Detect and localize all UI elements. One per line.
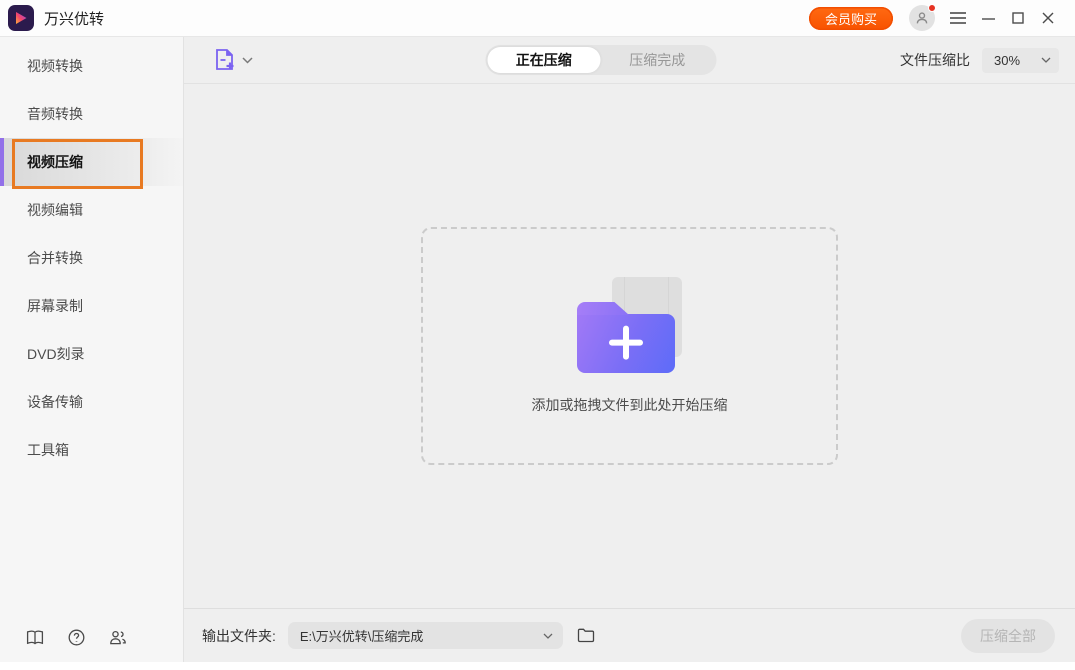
app-title: 万兴优转 [44, 10, 105, 28]
main-area: 正在压缩 压缩完成 文件压缩比 30% 添加或拖拽文件到此处开始压缩 输出文件夹… [184, 37, 1075, 662]
titlebar: 万兴优转 会员购买 [0, 0, 1075, 37]
sidebar-item-device-transfer[interactable]: 设备传输 [0, 378, 183, 426]
app-logo-icon [8, 5, 34, 31]
sidebar-item-toolbox[interactable]: 工具箱 [0, 426, 183, 474]
minimize-icon[interactable] [973, 4, 1003, 32]
dropzone[interactable]: 添加或拖拽文件到此处开始压缩 [421, 227, 838, 465]
buy-membership-button[interactable]: 会员购买 [808, 6, 893, 30]
chevron-down-icon [242, 56, 253, 64]
notification-dot [928, 4, 936, 12]
tab-compressing[interactable]: 正在压缩 [487, 47, 601, 73]
sidebar-item-label: DVD刻录 [27, 346, 85, 362]
output-folder-label: 输出文件夹: [202, 627, 276, 644]
add-file-button[interactable] [200, 48, 253, 72]
sidebar-nav: 视频转换 音频转换 视频压缩 视频编辑 合并转换 屏幕录制 DVD刻录 设备传输… [0, 37, 183, 474]
help-question-icon[interactable] [68, 629, 85, 646]
compression-ratio-label: 文件压缩比 [900, 52, 970, 68]
chevron-down-icon [543, 633, 553, 639]
output-folder-select[interactable]: E:\万兴优转\压缩完成 [287, 622, 563, 649]
open-folder-icon[interactable] [575, 626, 597, 645]
community-icon[interactable] [109, 629, 127, 646]
folder-shape [577, 314, 675, 373]
sidebar-item-audio-convert[interactable]: 音频转换 [0, 90, 183, 138]
person-icon [916, 12, 928, 24]
titlebar-right: 会员购买 [808, 4, 1063, 32]
chevron-down-icon [1041, 57, 1051, 63]
sidebar-item-video-edit[interactable]: 视频编辑 [0, 186, 183, 234]
sidebar-item-label: 视频编辑 [27, 202, 83, 218]
sidebar: 视频转换 音频转换 视频压缩 视频编辑 合并转换 屏幕录制 DVD刻录 设备传输… [0, 37, 184, 662]
output-folder-path: E:\万兴优转\压缩完成 [299, 629, 424, 644]
dropzone-hint: 添加或拖拽文件到此处开始压缩 [531, 397, 728, 413]
sidebar-item-video-convert[interactable]: 视频转换 [0, 42, 183, 90]
status-tabs: 正在压缩 压缩完成 [485, 45, 716, 75]
sidebar-item-label: 视频压缩 [27, 154, 83, 170]
close-icon[interactable] [1033, 4, 1063, 32]
compression-ratio-select[interactable]: 30% [982, 47, 1059, 73]
compress-all-button[interactable]: 压缩全部 [961, 618, 1055, 653]
sidebar-item-label: 设备传输 [27, 394, 83, 410]
sidebar-item-label: 工具箱 [27, 442, 69, 458]
content-area: 添加或拖拽文件到此处开始压缩 [184, 84, 1075, 608]
sidebar-item-dvd-burn[interactable]: DVD刻录 [0, 330, 183, 378]
sidebar-item-label: 屏幕录制 [27, 298, 83, 314]
sidebar-item-label: 合并转换 [27, 250, 83, 266]
add-file-icon [216, 49, 234, 70]
toolbar: 正在压缩 压缩完成 文件压缩比 30% [184, 37, 1075, 84]
compression-ratio-value: 30% [994, 52, 1021, 68]
user-guide-book-icon[interactable] [26, 629, 44, 646]
compression-ratio-group: 文件压缩比 30% [900, 47, 1059, 73]
maximize-icon[interactable] [1003, 4, 1033, 32]
sidebar-item-merge-convert[interactable]: 合并转换 [0, 234, 183, 282]
sidebar-item-label: 视频转换 [27, 58, 83, 74]
sidebar-footer [0, 629, 183, 662]
window-bottom-edge [0, 662, 1075, 670]
bottombar: 输出文件夹: E:\万兴优转\压缩完成 压缩全部 [184, 608, 1075, 662]
plus-icon [609, 325, 643, 360]
tab-completed[interactable]: 压缩完成 [601, 47, 715, 73]
user-avatar[interactable] [909, 4, 936, 31]
sidebar-item-label: 音频转换 [27, 106, 83, 122]
sidebar-item-video-compress[interactable]: 视频压缩 [0, 138, 183, 189]
sidebar-item-screen-record[interactable]: 屏幕录制 [0, 282, 183, 330]
add-folder-icon [577, 277, 682, 373]
app-window: 万兴优转 会员购买 视频转换 音频转换 视频压缩 视频编辑 合并转换 屏幕录制 … [0, 0, 1075, 670]
menu-icon[interactable] [943, 4, 973, 32]
